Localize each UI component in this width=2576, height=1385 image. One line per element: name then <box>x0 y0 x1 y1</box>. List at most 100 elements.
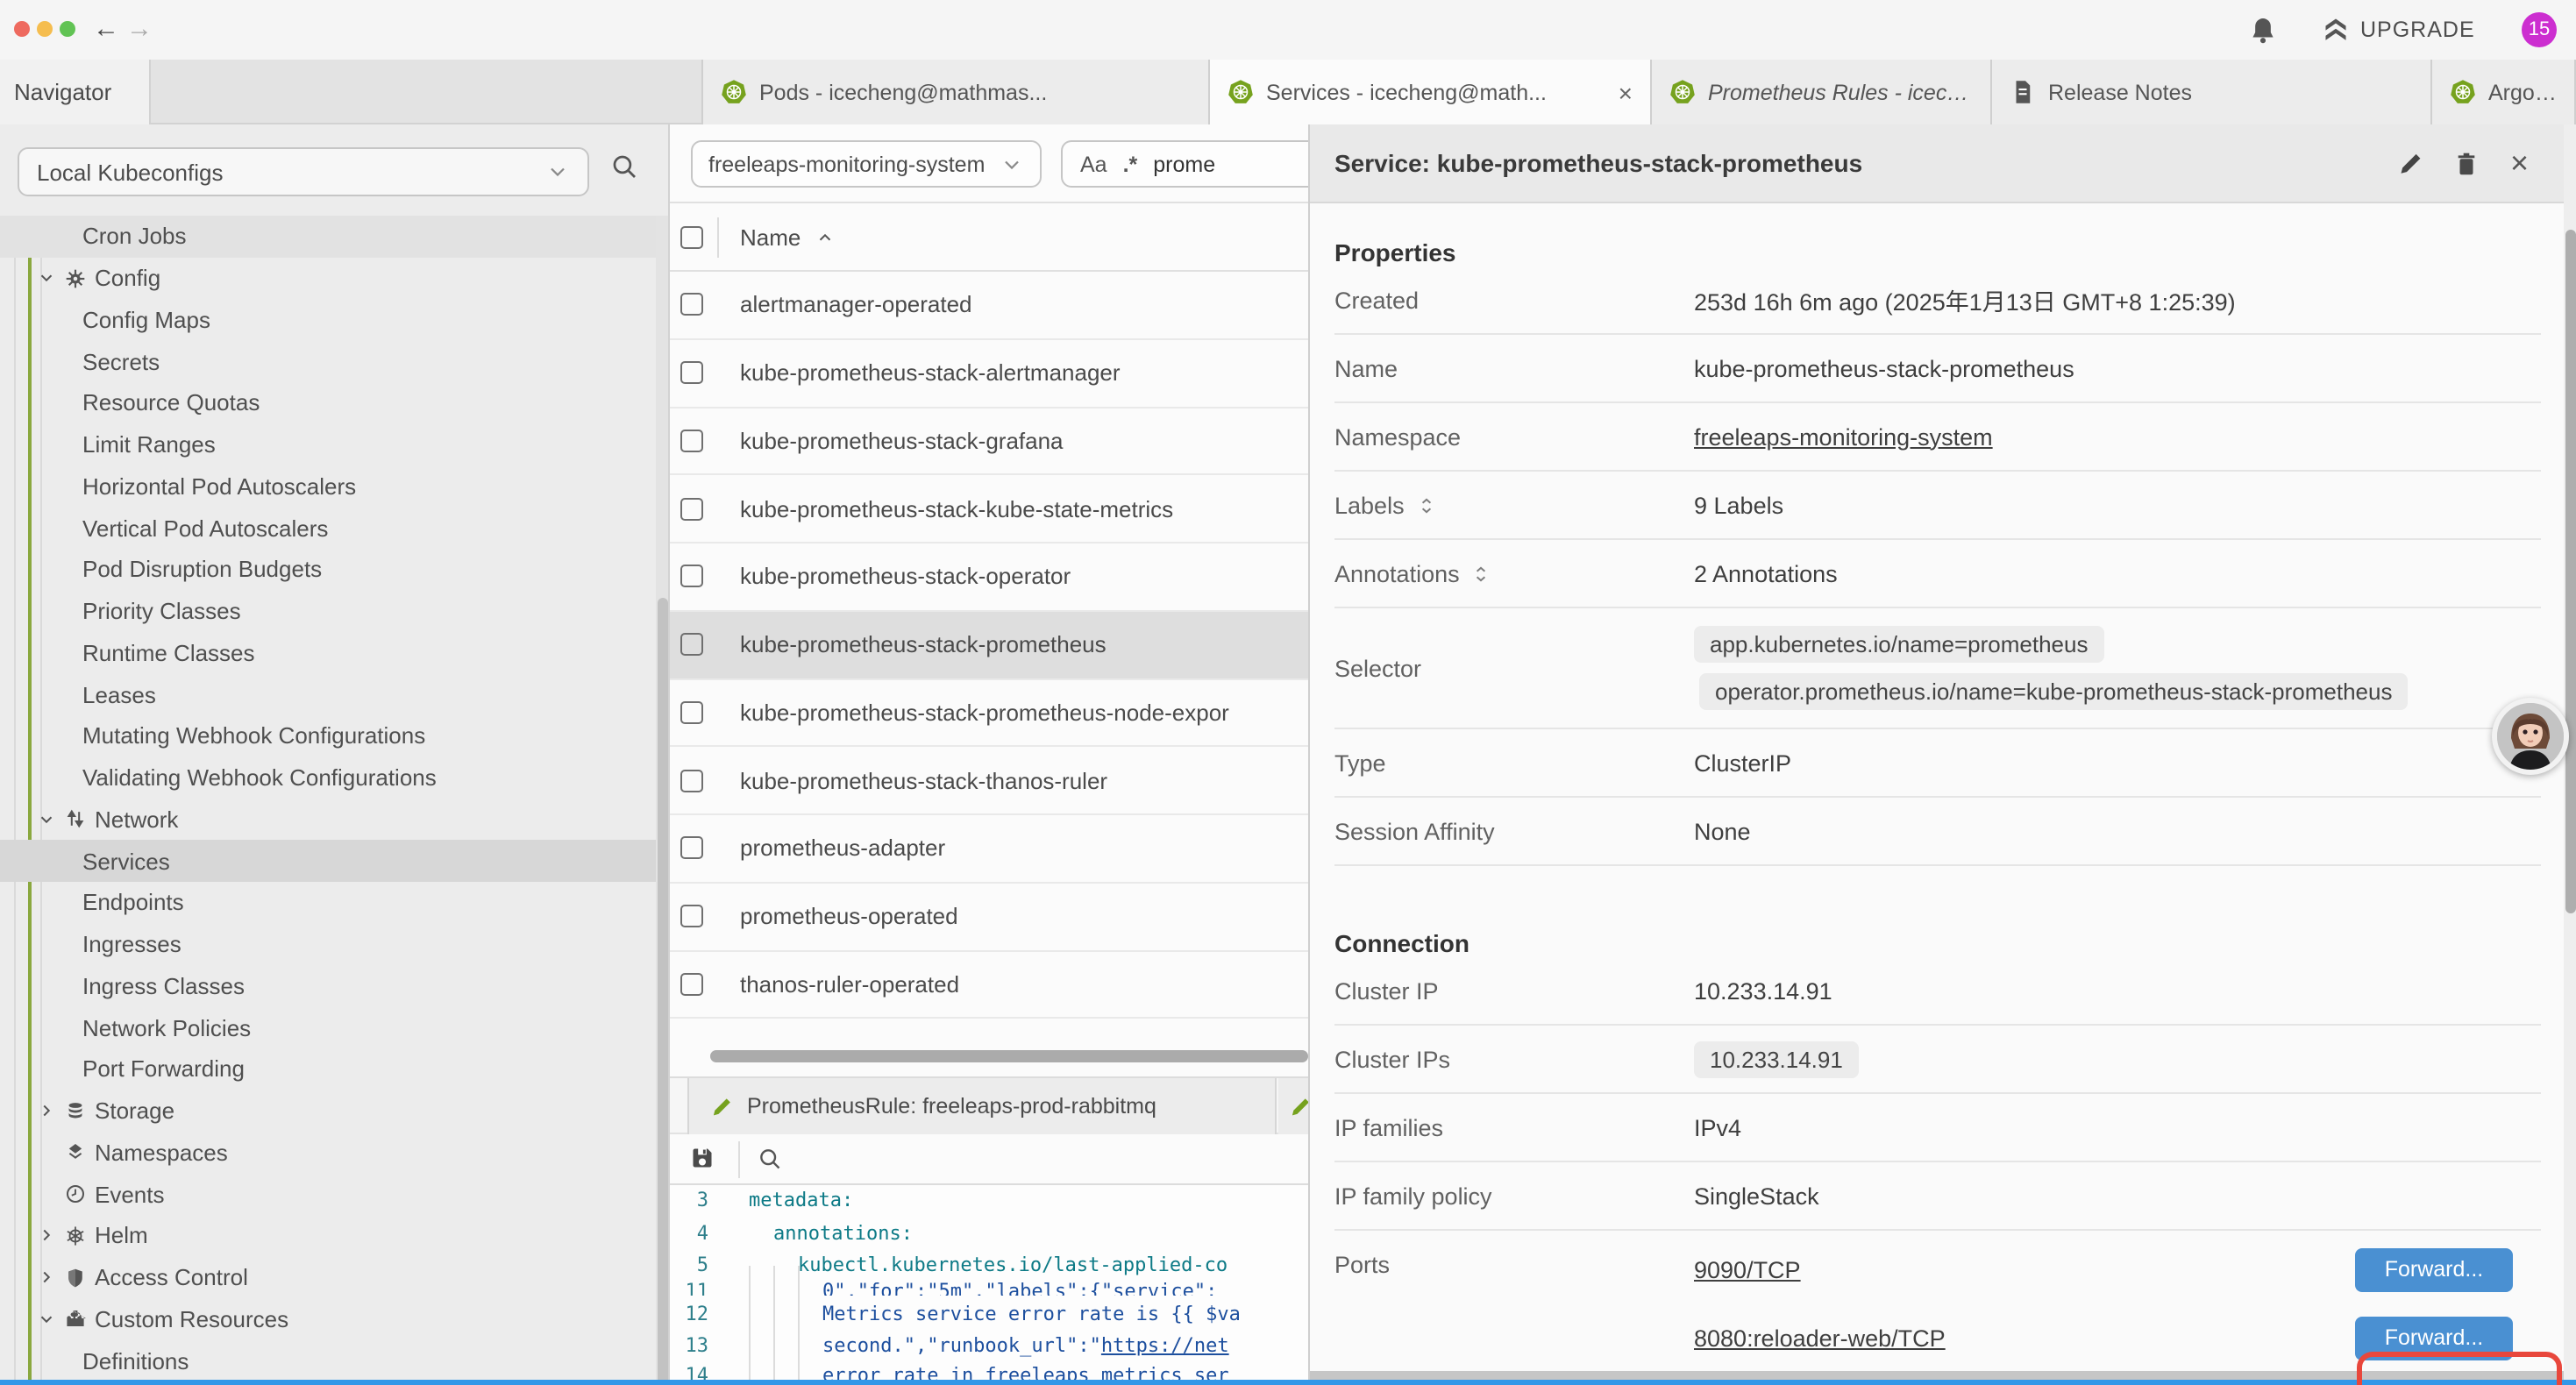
forward-arrow-icon[interactable]: → <box>126 14 153 44</box>
avatar[interactable] <box>2492 698 2569 775</box>
notification-count-badge[interactable]: 15 <box>2522 12 2557 47</box>
sidebar-item-validating-webhook-configurations[interactable]: Validating Webhook Configurations <box>0 757 656 799</box>
sidebar-item-resource-quotas[interactable]: Resource Quotas <box>0 382 656 424</box>
sidebar-item-access-control[interactable]: Access Control <box>0 1257 656 1299</box>
sidebar-item-namespaces[interactable]: Namespaces <box>0 1132 656 1174</box>
sidebar-item-endpoints[interactable]: Endpoints <box>0 882 656 924</box>
edit-pencil-icon[interactable] <box>2398 150 2424 176</box>
chevron-down-icon[interactable] <box>37 268 56 288</box>
table-row[interactable]: kube-prometheus-stack-alertmanager <box>670 340 1308 408</box>
back-arrow-icon[interactable]: ← <box>93 14 119 44</box>
horizontal-scrollbar-thumb[interactable] <box>710 1050 1308 1062</box>
row-checkbox[interactable] <box>680 633 703 656</box>
sidebar-item-priority-classes[interactable]: Priority Classes <box>0 591 656 633</box>
sidebar-item-leases[interactable]: Leases <box>0 674 656 716</box>
close-icon[interactable]: × <box>2510 145 2529 181</box>
table-row[interactable]: kube-prometheus-stack-prometheus-node-ex… <box>670 679 1308 748</box>
row-checkbox[interactable] <box>680 497 703 520</box>
row-checkbox[interactable] <box>680 430 703 452</box>
upgrade-button[interactable]: UPGRADE <box>2322 16 2475 44</box>
row-checkbox[interactable] <box>680 565 703 588</box>
yaml-editor[interactable]: 3metadata:4annotations:5kubectl.kubernet… <box>670 1185 1308 1381</box>
sort-ascending-icon[interactable] <box>815 228 834 247</box>
detail-row-ip-families: IP familiesIPv4 <box>1334 1094 2541 1162</box>
select-all-checkbox[interactable] <box>680 225 703 248</box>
sidebar-item-services[interactable]: Services <box>0 841 656 883</box>
sidebar-item-network[interactable]: Network <box>0 799 656 841</box>
kubeconfig-select[interactable]: Local Kubeconfigs <box>18 147 589 196</box>
delete-trash-icon[interactable] <box>2454 150 2480 176</box>
sidebar-item-ingresses[interactable]: Ingresses <box>0 924 656 966</box>
editor-search-icon[interactable] <box>758 1147 782 1171</box>
app-tab[interactable]: Argo Se <box>2432 60 2576 124</box>
app-tab[interactable]: Release Notes <box>1992 60 2432 124</box>
table-row[interactable]: kube-prometheus-stack-kube-state-metrics <box>670 476 1308 544</box>
row-checkbox[interactable] <box>680 361 703 384</box>
chevron-right-icon[interactable] <box>37 1101 56 1120</box>
sidebar-item-runtime-classes[interactable]: Runtime Classes <box>0 632 656 674</box>
row-checkbox[interactable] <box>680 973 703 996</box>
window-minimize-light[interactable] <box>37 21 53 37</box>
sidebar-item-limit-ranges[interactable]: Limit Ranges <box>0 424 656 466</box>
row-checkbox[interactable] <box>680 294 703 316</box>
table-row[interactable]: thanos-ruler-operated <box>670 951 1308 1019</box>
table-row[interactable]: alertmanager-operated <box>670 272 1308 340</box>
match-case-toggle[interactable]: Aa <box>1080 152 1107 176</box>
sort-icon[interactable] <box>1472 564 1491 583</box>
notifications-bell-icon[interactable] <box>2248 16 2278 46</box>
row-checkbox[interactable] <box>680 905 703 927</box>
table-row[interactable]: kube-prometheus-stack-prometheus <box>670 612 1308 680</box>
sidebar-item-helm[interactable]: Helm <box>0 1215 656 1257</box>
app-tab[interactable]: Prometheus Rules - icecheng... <box>1652 60 1992 124</box>
services-search-input[interactable]: Aa .* prome <box>1061 140 1308 188</box>
namespace-select[interactable]: freeleaps-monitoring-system <box>691 140 1042 188</box>
row-checkbox[interactable] <box>680 701 703 724</box>
sidebar-item-port-forwarding[interactable]: Port Forwarding <box>0 1048 656 1090</box>
sidebar-item-cron-jobs[interactable]: Cron Jobs <box>0 216 656 258</box>
save-icon[interactable] <box>689 1145 715 1171</box>
details-scrollbar-thumb[interactable] <box>2565 230 2576 913</box>
port-link[interactable]: 8080:reloader-web/TCP <box>1694 1325 1946 1352</box>
chevron-down-icon[interactable] <box>37 1310 56 1329</box>
window-zoom-light[interactable] <box>60 21 75 37</box>
table-row[interactable]: kube-prometheus-stack-thanos-ruler <box>670 748 1308 816</box>
sidebar-item-config[interactable]: Config <box>0 258 656 300</box>
sidebar-item-vertical-pod-autoscalers[interactable]: Vertical Pod Autoscalers <box>0 508 656 550</box>
chevron-right-icon[interactable] <box>37 1226 56 1246</box>
sidebar-search-icon[interactable] <box>610 153 638 181</box>
port-link[interactable]: 9090/TCP <box>1694 1257 1801 1283</box>
sidebar-item-events[interactable]: Events <box>0 1174 656 1216</box>
table-row[interactable]: kube-prometheus-stack-grafana <box>670 408 1308 476</box>
chevron-down-icon[interactable] <box>37 810 56 829</box>
sidebar-item-storage[interactable]: Storage <box>0 1090 656 1133</box>
sidebar-item-definitions[interactable]: Definitions <box>0 1340 656 1382</box>
sidebar-item-secrets[interactable]: Secrets <box>0 341 656 383</box>
chevron-right-icon[interactable] <box>37 1268 56 1287</box>
sidebar-item-ingress-classes[interactable]: Ingress Classes <box>0 965 656 1007</box>
table-row[interactable]: prometheus-operated <box>670 884 1308 952</box>
sidebar-item-mutating-webhook-configurations[interactable]: Mutating Webhook Configurations <box>0 715 656 757</box>
regex-toggle[interactable]: .* <box>1123 152 1138 176</box>
code-text: Metrics service error rate is {{ $va <box>822 1299 1241 1331</box>
dock-tab-prometheusrule[interactable]: PrometheusRule: freeleaps-prod-rabbitmq <box>687 1078 1277 1134</box>
forward-button[interactable]: Forward... <box>2355 1247 2513 1291</box>
row-checkbox[interactable] <box>680 769 703 792</box>
sidebar-item-pod-disruption-budgets[interactable]: Pod Disruption Budgets <box>0 549 656 591</box>
horizontal-scrollbar[interactable] <box>710 1050 1308 1064</box>
window-close-light[interactable] <box>14 21 30 37</box>
name-column-header[interactable]: Name <box>740 224 801 251</box>
namespace-link[interactable]: freeleaps-monitoring-system <box>1694 423 1993 450</box>
tab-close-icon[interactable]: × <box>1619 78 1633 106</box>
sidebar-scrollbar-thumb[interactable] <box>657 598 667 1385</box>
sidebar-item-horizontal-pod-autoscalers[interactable]: Horizontal Pod Autoscalers <box>0 465 656 508</box>
sort-icon[interactable] <box>1417 495 1436 515</box>
detail-value: kube-prometheus-stack-prometheus <box>1694 355 2074 381</box>
sidebar-item-config-maps[interactable]: Config Maps <box>0 299 656 341</box>
table-row[interactable]: kube-prometheus-stack-operator <box>670 543 1308 612</box>
app-tab[interactable]: Pods - icecheng@mathmas... <box>701 60 1210 124</box>
sidebar-item-network-policies[interactable]: Network Policies <box>0 1007 656 1049</box>
row-checkbox[interactable] <box>680 837 703 860</box>
table-row[interactable]: prometheus-adapter <box>670 815 1308 884</box>
app-tab[interactable]: Services - icecheng@math...× <box>1210 60 1652 124</box>
sidebar-item-custom-resources[interactable]: Custom Resources <box>0 1298 656 1340</box>
